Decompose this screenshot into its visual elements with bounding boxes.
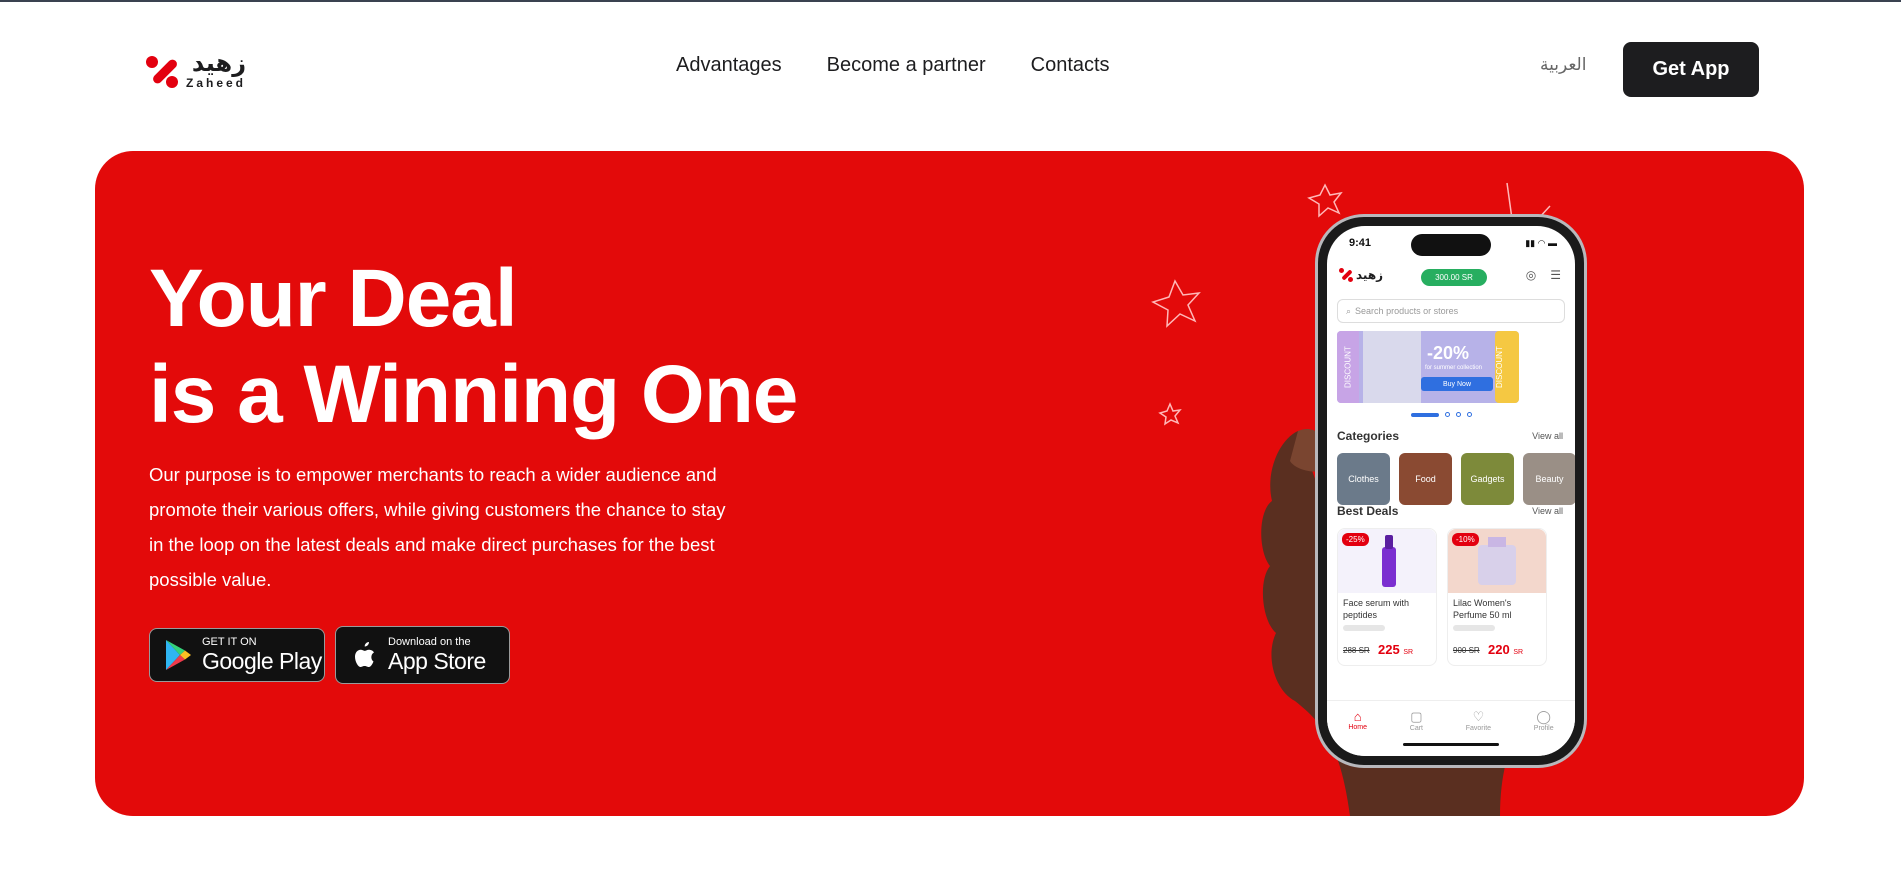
category-clothes[interactable]: Clothes xyxy=(1337,453,1390,505)
app-store-button[interactable]: Download on the App Store xyxy=(335,626,510,684)
phone-mockup: 9:41 ▮▮ ◠ ▬ زهيد 300.00 SR ◎ ☰ ⌕ Search … xyxy=(1170,211,1590,816)
tab-favorite[interactable]: ♡ Favorite xyxy=(1466,709,1491,756)
category-gadgets[interactable]: Gadgets xyxy=(1461,453,1514,505)
logo-arabic-text: زهيد xyxy=(191,49,247,77)
banner-discount: -20% xyxy=(1427,343,1470,363)
zaheed-logo[interactable]: زهيد Zaheed xyxy=(144,50,274,90)
deal-old-price: 900 SR xyxy=(1453,646,1480,655)
banner-tab-label: DISCOUNT xyxy=(1337,331,1359,403)
cart-icon: ▢ xyxy=(1410,709,1423,724)
search-icon: ⌕ xyxy=(1346,305,1352,316)
categories-view-all[interactable]: View all xyxy=(1532,431,1563,441)
app-store-small-text: Download on the xyxy=(388,636,471,648)
location-pin-icon[interactable]: ◎ xyxy=(1526,268,1536,282)
home-icon: ⌂ xyxy=(1353,709,1362,724)
category-list: Clothes Food Gadgets Beauty xyxy=(1337,453,1575,505)
deals-list: -25% Face serum with peptides 288 SR 225… xyxy=(1337,528,1547,666)
deal-discount-badge: -10% xyxy=(1452,533,1479,546)
hero-section: Your Deal is a Winning One Our purpose i… xyxy=(95,151,1804,816)
dynamic-island xyxy=(1411,234,1491,256)
profile-icon: ◯ xyxy=(1536,709,1551,724)
banner-buy-button[interactable]: Buy Now xyxy=(1421,377,1493,391)
tab-cart[interactable]: ▢ Cart xyxy=(1410,709,1423,756)
deal-name: Lilac Women's Perfume 50 ml xyxy=(1453,598,1512,620)
hero-description: Our purpose is to empower merchants to r… xyxy=(149,464,726,590)
category-beauty[interactable]: Beauty xyxy=(1523,453,1575,505)
phone-time: 9:41 xyxy=(1349,237,1372,249)
status-icons: ▮▮ ◠ ▬ xyxy=(1525,238,1557,248)
app-logo: زهيد xyxy=(1339,268,1383,282)
deal-store-placeholder xyxy=(1343,625,1385,631)
logo-mark-icon xyxy=(144,52,180,88)
banner-image xyxy=(1363,331,1421,403)
category-food[interactable]: Food xyxy=(1399,453,1452,505)
app-search-input[interactable]: ⌕ Search products or stores xyxy=(1337,299,1565,323)
best-deals-title: Best Deals xyxy=(1337,504,1399,518)
deal-new-price: 225 SR xyxy=(1378,642,1414,657)
main-nav: Advantages Become a partner Contacts xyxy=(676,54,1110,77)
tab-home[interactable]: ⌂ Home xyxy=(1348,709,1367,756)
deal-name: Face serum with peptides xyxy=(1343,598,1410,620)
google-play-button[interactable]: GET IT ON Google Play xyxy=(149,628,325,682)
tab-profile[interactable]: ◯ Profile xyxy=(1534,709,1554,756)
best-deals-view-all[interactable]: View all xyxy=(1532,506,1563,516)
get-app-button[interactable]: Get App xyxy=(1623,42,1759,97)
filter-icon[interactable]: ☰ xyxy=(1550,268,1561,282)
balance-badge[interactable]: 300.00 SR xyxy=(1421,269,1487,286)
deal-old-price: 288 SR xyxy=(1343,646,1370,655)
deal-discount-badge: -25% xyxy=(1342,533,1369,546)
search-placeholder: Search products or stores xyxy=(1355,306,1459,316)
hero-title-line1: Your Deal xyxy=(149,253,518,344)
banner-subtitle: for summer collection xyxy=(1425,365,1483,371)
app-logo-text: زهيد xyxy=(1356,268,1384,282)
discount-banner-next[interactable]: DISCOUNT xyxy=(1495,331,1519,403)
phone-frame: 9:41 ▮▮ ◠ ▬ زهيد 300.00 SR ◎ ☰ ⌕ Search … xyxy=(1318,217,1584,765)
site-header: زهيد Zaheed Advantages Become a partner … xyxy=(0,2,1901,132)
hero-title: Your Deal is a Winning One xyxy=(149,251,798,443)
app-logo-icon xyxy=(1339,268,1353,282)
app-store-big-text: App Store xyxy=(388,648,486,674)
banner-next-tab-label: DISCOUNT xyxy=(1495,346,1504,388)
language-switch-link[interactable]: العربية xyxy=(1540,55,1586,75)
hero-title-line2: is a Winning One xyxy=(149,349,798,440)
deal-card[interactable]: -10% Lilac Women's Perfume 50 ml 900 SR … xyxy=(1447,528,1547,666)
google-play-small-text: GET IT ON xyxy=(202,636,257,648)
heart-icon: ♡ xyxy=(1472,709,1485,724)
nav-become-partner[interactable]: Become a partner xyxy=(827,54,986,77)
nav-contacts[interactable]: Contacts xyxy=(1031,54,1110,77)
logo-latin-text: Zaheed xyxy=(186,76,247,90)
google-play-big-text: Google Play xyxy=(202,648,322,674)
home-indicator xyxy=(1403,743,1499,746)
carousel-dots[interactable] xyxy=(1411,412,1472,417)
phone-screen: 9:41 ▮▮ ◠ ▬ زهيد 300.00 SR ◎ ☰ ⌕ Search … xyxy=(1327,226,1575,756)
deal-store-placeholder xyxy=(1453,625,1495,631)
app-tab-bar: ⌂ Home ▢ Cart ♡ Favorite ◯ Profile xyxy=(1327,700,1575,756)
deal-card[interactable]: -25% Face serum with peptides 288 SR 225… xyxy=(1337,528,1437,666)
discount-banner[interactable]: DISCOUNT -20% for summer collection Buy … xyxy=(1337,331,1519,403)
deal-new-price: 220 SR xyxy=(1488,642,1524,657)
google-play-icon xyxy=(158,639,198,671)
nav-advantages[interactable]: Advantages xyxy=(676,54,782,77)
apple-icon xyxy=(344,639,384,671)
categories-title: Categories xyxy=(1337,429,1400,443)
